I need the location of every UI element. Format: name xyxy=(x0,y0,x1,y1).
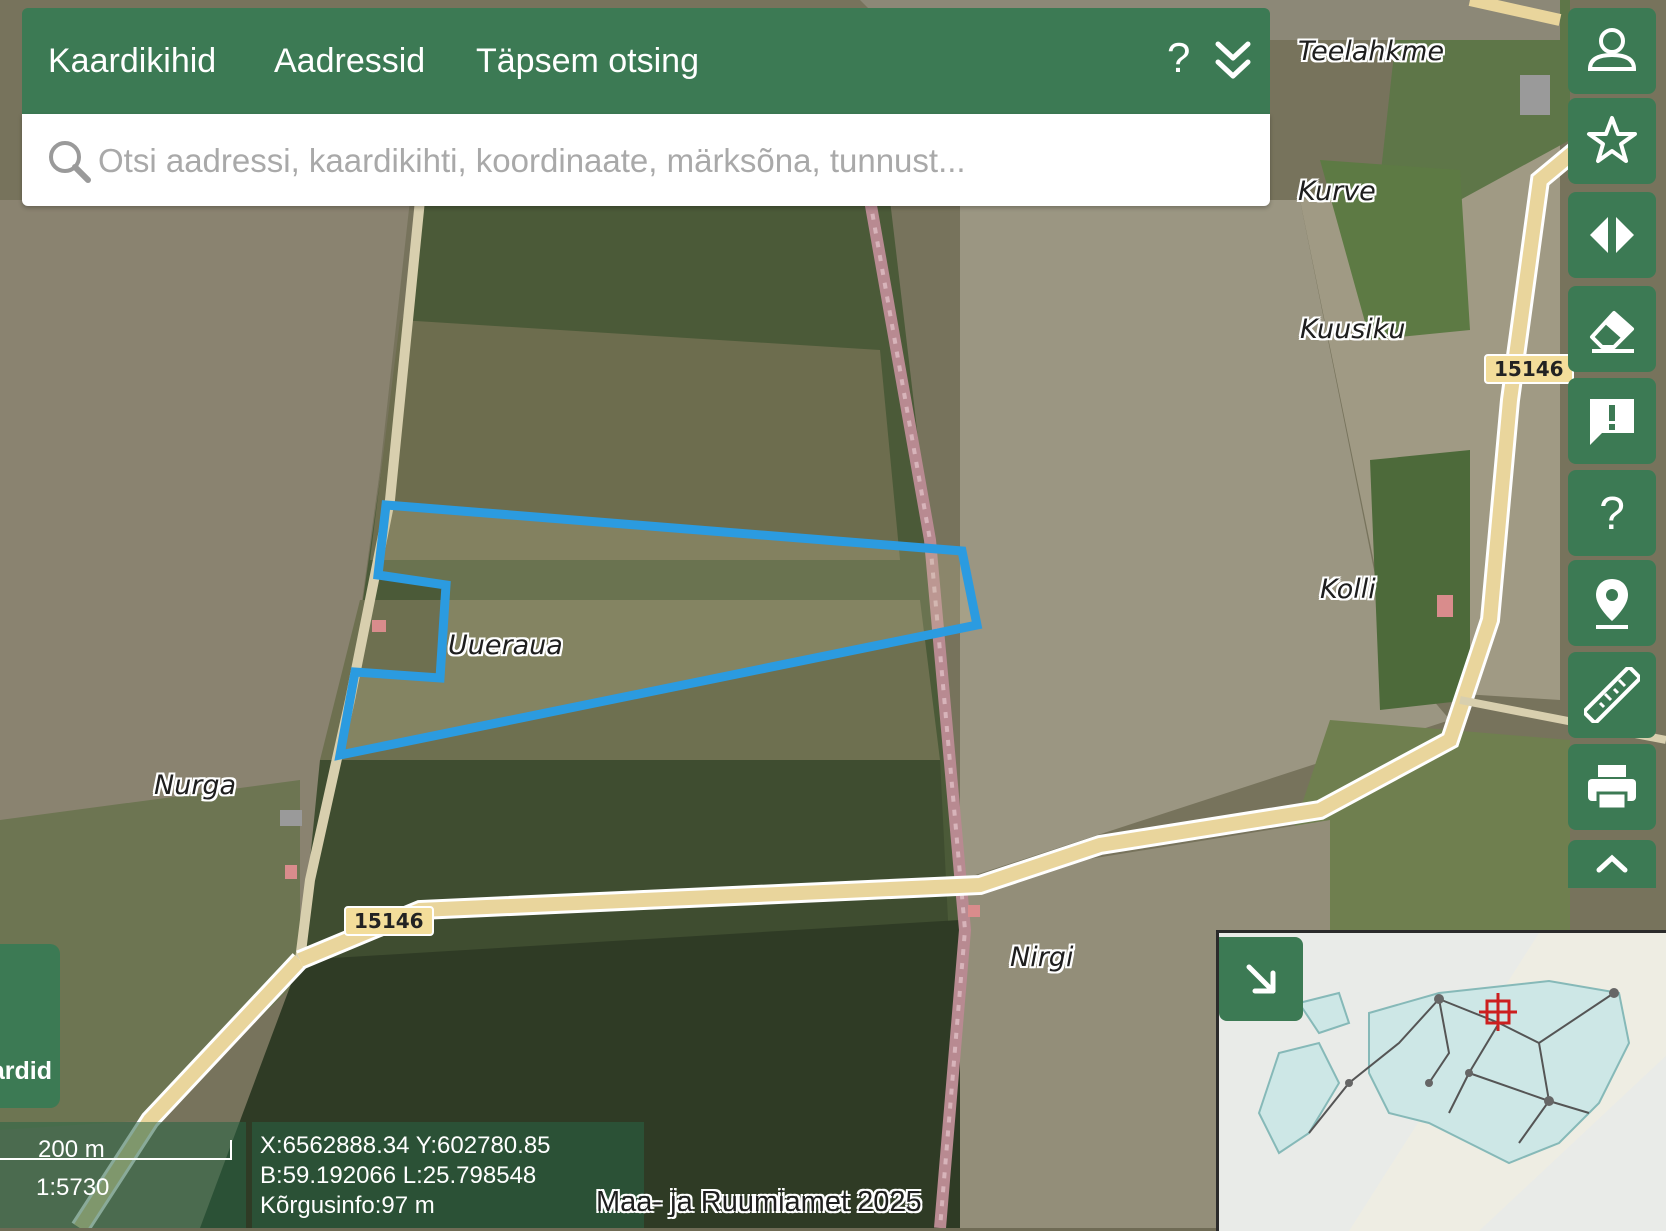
place-label-kuusiku: Kuusiku xyxy=(1300,314,1406,345)
scale-distance: 200 m xyxy=(38,1136,105,1163)
maps-panel-tab[interactable]: ardid xyxy=(0,944,60,1108)
compare-arrows-icon xyxy=(1590,217,1634,253)
coordinates-readout: X:6562888.34 Y:602780.85 B:59.192066 L:2… xyxy=(252,1122,644,1228)
tab-kaardikihid[interactable]: Kaardikihid xyxy=(48,42,216,81)
arrow-down-right-icon xyxy=(1246,964,1276,994)
location-button[interactable] xyxy=(1568,560,1656,646)
map-attribution: Maa- ja Ruumiamet 2025 xyxy=(596,1186,922,1218)
compare-button[interactable] xyxy=(1568,192,1656,278)
coordinates-bl: B:59.192066 L:25.798548 xyxy=(260,1162,537,1189)
help-icon: ? xyxy=(1599,487,1625,539)
favorites-button[interactable] xyxy=(1568,98,1656,184)
help-button[interactable]: ? xyxy=(1167,34,1190,82)
overview-toggle-button[interactable] xyxy=(1219,937,1303,1021)
feedback-icon xyxy=(1590,399,1634,445)
overview-map[interactable] xyxy=(1216,930,1666,1231)
user-icon xyxy=(1587,28,1637,71)
place-label-nirgi: Nirgi xyxy=(1010,942,1074,973)
eraser-icon xyxy=(1590,311,1634,353)
double-chevron-down-icon[interactable] xyxy=(1214,36,1252,86)
tab-aadressid[interactable]: Aadressid xyxy=(274,42,425,81)
search-box xyxy=(22,114,1270,206)
star-icon xyxy=(1587,116,1637,163)
search-input[interactable] xyxy=(96,132,1250,190)
scale-ratio: 1:5730 xyxy=(36,1174,110,1201)
chevron-up-icon xyxy=(1596,854,1628,873)
coordinates-xy: X:6562888.34 Y:602780.85 xyxy=(260,1132,551,1159)
top-navigation-bar: Kaardikihid Aadressid Täpsem otsing ? xyxy=(22,8,1270,114)
help-tool-button[interactable]: ? xyxy=(1568,470,1656,556)
place-label-kurve: Kurve xyxy=(1298,176,1376,207)
feedback-button[interactable] xyxy=(1568,378,1656,464)
maps-panel-label: ardid xyxy=(0,1057,52,1085)
road-number-label: 15146 xyxy=(344,906,434,936)
place-label-kolli: Kolli xyxy=(1320,574,1376,605)
ruler-icon xyxy=(1584,667,1640,723)
scale-line xyxy=(0,1140,232,1160)
place-label-nurga: Nurga xyxy=(154,770,237,801)
collapse-toolbar-button[interactable] xyxy=(1568,840,1656,888)
scale-bar: 200 m 1:5730 xyxy=(0,1122,246,1228)
print-icon xyxy=(1588,765,1636,811)
user-button[interactable] xyxy=(1568,8,1656,94)
print-button[interactable] xyxy=(1568,744,1656,830)
place-label-uueraua: Uueraua xyxy=(448,630,563,661)
tab-tapsem-otsing[interactable]: Täpsem otsing xyxy=(476,42,699,81)
location-pin-icon xyxy=(1596,579,1628,629)
road-number-label: 15146 xyxy=(1484,354,1574,384)
place-label-teelahkme: Teelahkme xyxy=(1298,36,1445,67)
measure-button[interactable] xyxy=(1568,652,1656,738)
search-icon[interactable] xyxy=(46,138,92,184)
height-info: Kõrgusinfo:97 m xyxy=(260,1192,435,1219)
clear-button[interactable] xyxy=(1568,286,1656,372)
